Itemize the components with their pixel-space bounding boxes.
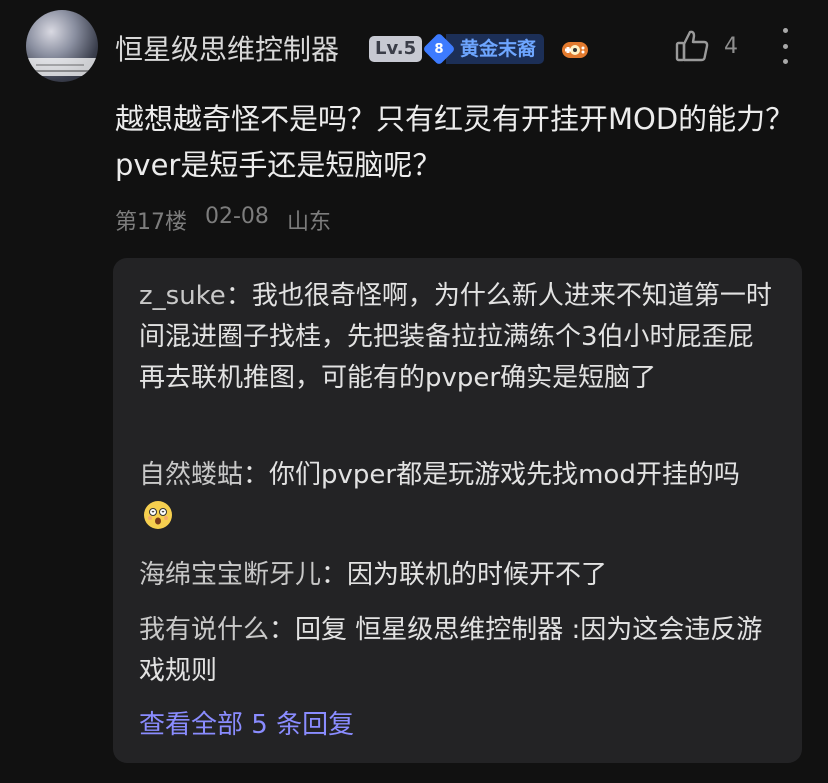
reply-item[interactable]: 我有说什么：回复 恒星级思维控制器 :因为这会违反游戏规则 bbox=[139, 610, 775, 692]
fan-badge: 8 黄金末裔 bbox=[422, 32, 545, 66]
like-count: 4 bbox=[724, 33, 738, 59]
more-vertical-icon bbox=[782, 28, 788, 33]
comment-avatar[interactable] bbox=[26, 10, 98, 82]
reply-text: ：因为联机的时候开不了 bbox=[321, 560, 608, 590]
reply-text: ：我也很奇怪啊，为什么新人进来不知道第一时间混进圈子找桂，先把装备拉拉满练个3伯… bbox=[139, 281, 772, 393]
reply-author[interactable]: 海绵宝宝断牙儿 bbox=[139, 560, 321, 590]
reply-panel[interactable]: z_suke：我也很奇怪啊，为什么新人进来不知道第一时间混进圈子找桂，先把装备拉… bbox=[113, 258, 802, 763]
comment-text: 越想越奇怪不是吗？只有红灵有开挂开MOD的能力？pver是短手还是短脑呢？ bbox=[115, 102, 795, 182]
view-all-replies-link[interactable]: 查看全部 5 条回复 bbox=[139, 704, 354, 741]
thumbs-up-icon bbox=[675, 30, 709, 62]
comment-location: 山东 bbox=[286, 210, 331, 235]
reply-item[interactable]: 自然蝼蛄：你们pvper都是玩游戏先找mod开挂的吗 bbox=[139, 455, 775, 537]
dizzy-face-emoji-icon bbox=[144, 501, 172, 529]
level-badge: Lv.5 bbox=[369, 36, 423, 62]
gamepad-icon bbox=[562, 42, 588, 58]
more-options-button[interactable] bbox=[775, 28, 795, 64]
reply-text: ：你们pvper都是玩游戏先找mod开挂的吗 bbox=[243, 460, 740, 490]
like-button[interactable]: 4 bbox=[674, 28, 738, 64]
reply-author[interactable]: 自然蝼蛄 bbox=[139, 460, 243, 490]
reply-author[interactable]: 我有说什么 bbox=[139, 615, 269, 645]
fan-title: 黄金末裔 bbox=[446, 34, 545, 64]
fan-level-number: 8 bbox=[434, 41, 444, 57]
comment-meta: 第17楼 02-08 山东 bbox=[115, 204, 331, 236]
reply-item[interactable]: 海绵宝宝断牙儿：因为联机的时候开不了 bbox=[139, 555, 775, 596]
reply-item[interactable]: z_suke：我也很奇怪啊，为什么新人进来不知道第一时间混进圈子找桂，先把装备拉… bbox=[139, 276, 775, 399]
comment-date: 02-08 bbox=[205, 204, 269, 229]
floor-number: 第17楼 bbox=[115, 210, 187, 235]
reply-author[interactable]: z_suke bbox=[139, 281, 226, 311]
comment-username[interactable]: 恒星级思维控制器 bbox=[115, 28, 339, 68]
